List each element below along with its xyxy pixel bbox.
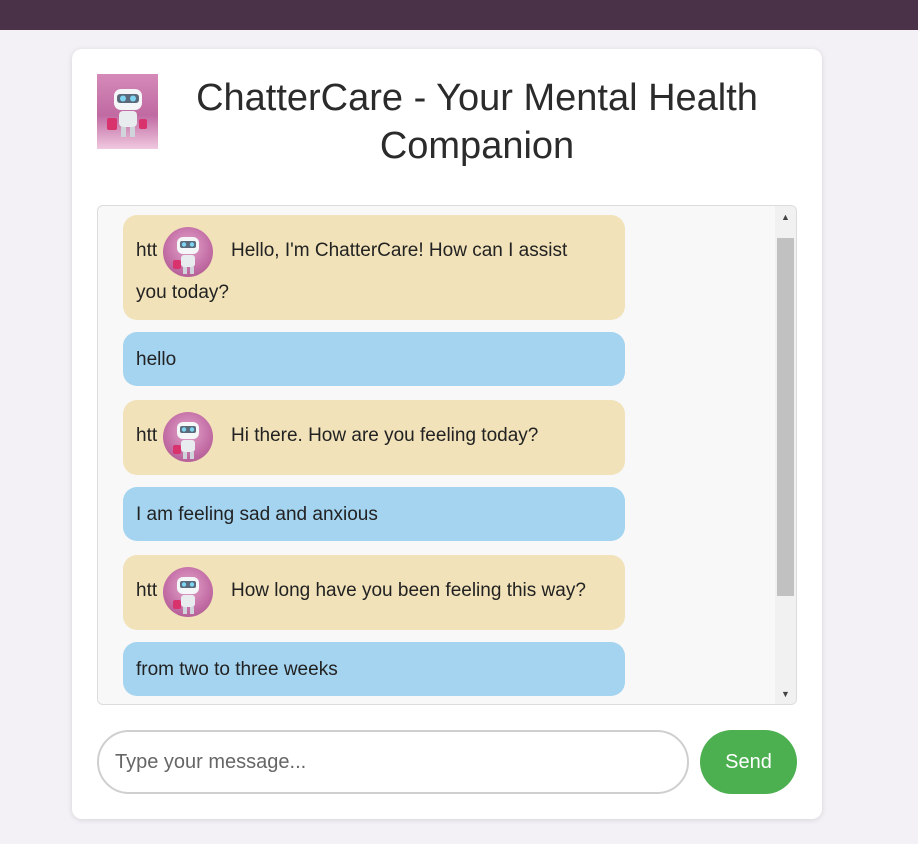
send-button[interactable]: Send <box>700 730 797 794</box>
message-text: How long have you been feeling this way? <box>231 580 586 601</box>
chat-log[interactable]: htt Hello, I'm ChatterCare! How can I as… <box>97 205 797 705</box>
message-text: I am feeling sad and anxious <box>136 504 378 525</box>
chat-card: ChatterCare - Your Mental Health Compani… <box>72 49 822 819</box>
bot-message: htt Hello, I'm ChatterCare! How can I as… <box>123 215 625 320</box>
user-message: hello <box>123 332 625 386</box>
robot-avatar-icon <box>163 412 213 462</box>
bot-avatar-alt-text: htt <box>136 580 158 601</box>
user-message: from two to three weeks <box>123 642 625 696</box>
message-input[interactable] <box>97 730 689 794</box>
top-bar <box>0 0 918 30</box>
message-text: from two to three weeks <box>136 659 338 680</box>
bot-message: htt Hi there. How are you feeling today? <box>123 400 625 475</box>
bot-message: htt How long have you been feeling this … <box>123 555 625 630</box>
robot-avatar-icon <box>163 567 213 617</box>
bot-avatar-alt-text: htt <box>136 425 158 446</box>
user-message: I am feeling sad and anxious <box>123 487 625 541</box>
message-text: Hi there. How are you feeling today? <box>231 425 539 446</box>
robot-avatar-icon <box>163 227 213 277</box>
message-text: Hello, I'm ChatterCare! How can I assist <box>231 240 568 261</box>
chat-scrollbar[interactable]: ▲ ▼ <box>775 206 796 704</box>
message-text-continued: you today? <box>136 282 229 303</box>
triangle-up-icon[interactable]: ▲ <box>775 206 796 227</box>
triangle-down-icon[interactable]: ▼ <box>775 683 796 704</box>
robot-mascot-icon <box>97 74 158 149</box>
page-title: ChatterCare - Your Mental Health Compani… <box>172 74 782 170</box>
title-line-1: ChatterCare - Your Mental Health <box>196 77 758 119</box>
scrollbar-thumb[interactable] <box>777 238 794 596</box>
message-text: hello <box>136 349 177 370</box>
title-line-2: Companion <box>379 125 575 167</box>
bot-avatar-alt-text: htt <box>136 240 158 261</box>
